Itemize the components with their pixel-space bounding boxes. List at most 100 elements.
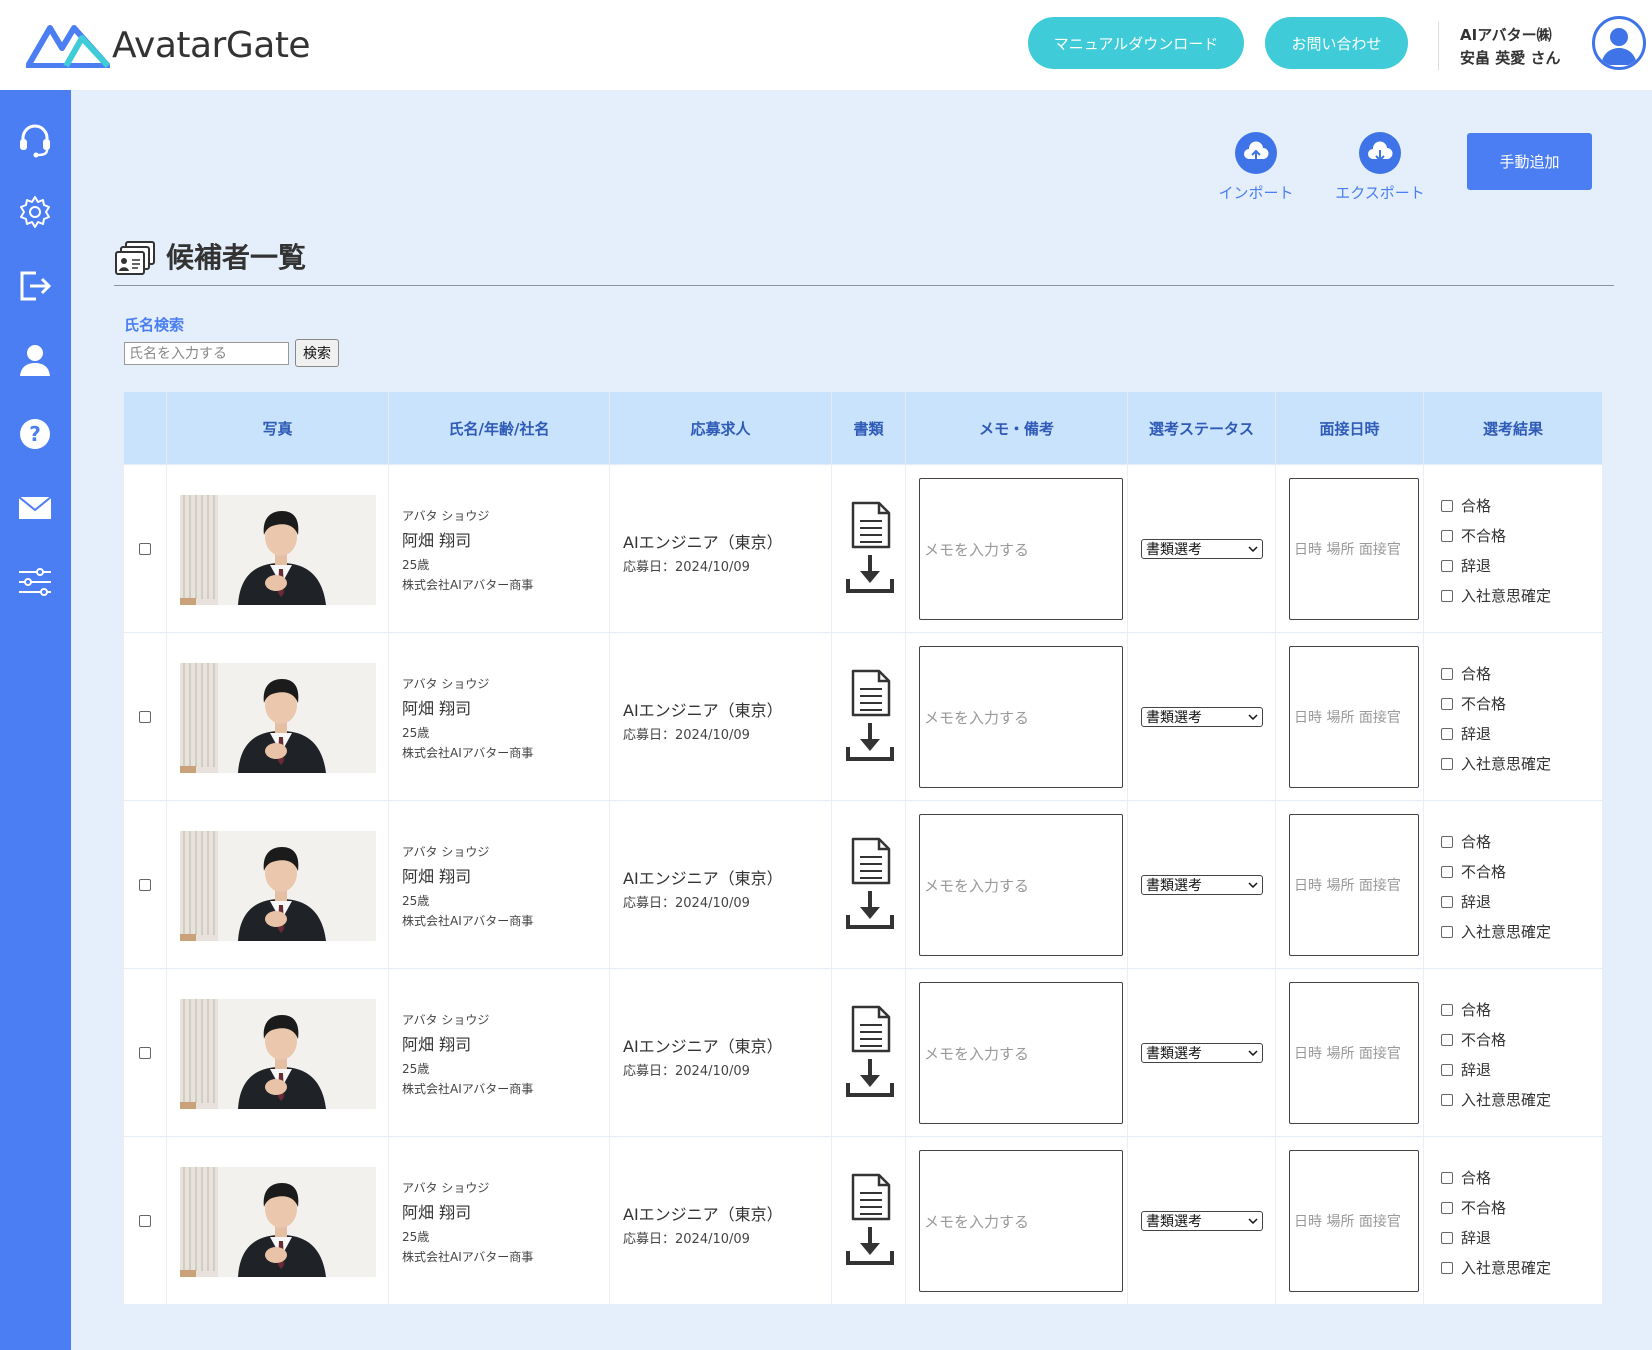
candidates-list-icon (115, 241, 155, 275)
interview-textarea[interactable]: 日時 場所 面接官 (1289, 646, 1419, 788)
result-checkbox[interactable] (1441, 925, 1453, 938)
job-cell: AIエンジニア（東京） 応募日：2024/10/09 (610, 465, 832, 632)
manual-add-button[interactable]: 手動追加 (1467, 133, 1592, 190)
result-option-decline[interactable]: 辞退 (1441, 1059, 1491, 1080)
row-checkbox[interactable] (139, 711, 151, 723)
header-memo: メモ・備考 (906, 392, 1128, 464)
result-checkbox[interactable] (1441, 1063, 1453, 1076)
status-select[interactable]: 書類選考 (1141, 707, 1263, 727)
result-option-pass[interactable]: 合格 (1441, 663, 1491, 684)
sliders-icon[interactable] (17, 564, 53, 600)
result-checkbox[interactable] (1441, 1201, 1453, 1214)
memo-textarea[interactable]: メモを入力する (919, 814, 1123, 956)
applied-job: AIエンジニア（東京） (623, 701, 783, 720)
contact-button[interactable]: お問い合わせ (1265, 17, 1408, 69)
result-option-accept[interactable]: 入社意思確定 (1441, 585, 1551, 606)
result-checkbox[interactable] (1441, 499, 1453, 512)
status-value: 書類選考 (1146, 1214, 1202, 1230)
help-icon[interactable]: ? (17, 416, 53, 452)
result-checkbox[interactable] (1441, 895, 1453, 908)
candidate-name[interactable]: 阿畑 翔司 (402, 695, 471, 719)
result-checkbox[interactable] (1441, 1231, 1453, 1244)
result-checkbox[interactable] (1441, 667, 1453, 680)
search-button[interactable]: 検索 (295, 339, 339, 367)
interview-textarea[interactable]: 日時 場所 面接官 (1289, 982, 1419, 1124)
candidate-name[interactable]: 阿畑 翔司 (402, 863, 471, 887)
result-option-accept[interactable]: 入社意思確定 (1441, 1089, 1551, 1110)
result-option-decline[interactable]: 辞退 (1441, 891, 1491, 912)
document-download-icon[interactable] (845, 837, 895, 931)
result-option-fail[interactable]: 不合格 (1441, 1197, 1506, 1218)
user-icon[interactable] (17, 342, 53, 378)
result-option-accept[interactable]: 入社意思確定 (1441, 753, 1551, 774)
candidate-name[interactable]: 阿畑 翔司 (402, 527, 471, 551)
result-option-fail[interactable]: 不合格 (1441, 1029, 1506, 1050)
gear-icon[interactable] (17, 194, 53, 230)
candidate-company: 株式会社AIアバター商事 (402, 914, 534, 928)
interview-textarea[interactable]: 日時 場所 面接官 (1289, 478, 1419, 620)
interview-textarea[interactable]: 日時 場所 面接官 (1289, 814, 1419, 956)
export-button[interactable]: エクスポート (1325, 132, 1435, 203)
result-label: 不合格 (1461, 1199, 1507, 1217)
result-option-decline[interactable]: 辞退 (1441, 555, 1491, 576)
result-checkbox[interactable] (1441, 697, 1453, 710)
result-checkbox[interactable] (1441, 727, 1453, 740)
row-checkbox[interactable] (139, 1215, 151, 1227)
result-option-pass[interactable]: 合格 (1441, 495, 1491, 516)
logout-icon[interactable] (17, 268, 53, 304)
result-checkbox[interactable] (1441, 559, 1453, 572)
avatar[interactable] (1592, 16, 1646, 70)
interview-cell: 日時 場所 面接官 (1276, 465, 1424, 632)
result-checkbox[interactable] (1441, 529, 1453, 542)
header-documents: 書類 (832, 392, 906, 464)
mail-icon[interactable] (17, 490, 53, 526)
result-checkbox[interactable] (1441, 1033, 1453, 1046)
result-option-fail[interactable]: 不合格 (1441, 525, 1506, 546)
row-checkbox[interactable] (139, 1047, 151, 1059)
import-button[interactable]: インポート (1201, 132, 1311, 203)
memo-textarea[interactable]: メモを入力する (919, 478, 1123, 620)
result-checkbox[interactable] (1441, 1171, 1453, 1184)
result-option-pass[interactable]: 合格 (1441, 831, 1491, 852)
result-checkbox[interactable] (1441, 589, 1453, 602)
result-option-accept[interactable]: 入社意思確定 (1441, 1257, 1551, 1278)
result-option-decline[interactable]: 辞退 (1441, 723, 1491, 744)
document-download-icon[interactable] (845, 669, 895, 763)
result-checkbox[interactable] (1441, 757, 1453, 770)
candidate-name[interactable]: 阿畑 翔司 (402, 1199, 471, 1223)
row-checkbox[interactable] (139, 543, 151, 555)
logo[interactable]: AvatarGate (26, 20, 311, 70)
result-option-pass[interactable]: 合格 (1441, 999, 1491, 1020)
name-search-input[interactable] (124, 342, 289, 365)
manual-download-button[interactable]: マニュアルダウンロード (1028, 17, 1244, 69)
result-option-pass[interactable]: 合格 (1441, 1167, 1491, 1188)
result-checkbox[interactable] (1441, 1093, 1453, 1106)
row-checkbox[interactable] (139, 879, 151, 891)
memo-textarea[interactable]: メモを入力する (919, 1150, 1123, 1292)
interview-textarea[interactable]: 日時 場所 面接官 (1289, 1150, 1419, 1292)
applied-job: AIエンジニア（東京） (623, 1037, 783, 1056)
download-cloud-icon (1359, 132, 1401, 174)
result-option-accept[interactable]: 入社意思確定 (1441, 921, 1551, 942)
memo-textarea[interactable]: メモを入力する (919, 646, 1123, 788)
candidate-name[interactable]: 阿畑 翔司 (402, 1031, 471, 1055)
result-checkbox[interactable] (1441, 1003, 1453, 1016)
memo-textarea[interactable]: メモを入力する (919, 982, 1123, 1124)
status-select[interactable]: 書類選考 (1141, 1211, 1263, 1231)
title-divider (114, 285, 1614, 286)
result-option-decline[interactable]: 辞退 (1441, 1227, 1491, 1248)
status-select[interactable]: 書類選考 (1141, 539, 1263, 559)
candidate-age: 25歳 (402, 1230, 430, 1244)
result-checkbox[interactable] (1441, 1261, 1453, 1274)
result-option-fail[interactable]: 不合格 (1441, 693, 1506, 714)
headset-icon[interactable] (17, 122, 53, 158)
header-result: 選考結果 (1482, 419, 1543, 438)
status-select[interactable]: 書類選考 (1141, 1043, 1263, 1063)
document-download-icon[interactable] (845, 1005, 895, 1099)
status-select[interactable]: 書類選考 (1141, 875, 1263, 895)
result-checkbox[interactable] (1441, 835, 1453, 848)
document-download-icon[interactable] (845, 1173, 895, 1267)
result-checkbox[interactable] (1441, 865, 1453, 878)
document-download-icon[interactable] (845, 501, 895, 595)
result-option-fail[interactable]: 不合格 (1441, 861, 1506, 882)
